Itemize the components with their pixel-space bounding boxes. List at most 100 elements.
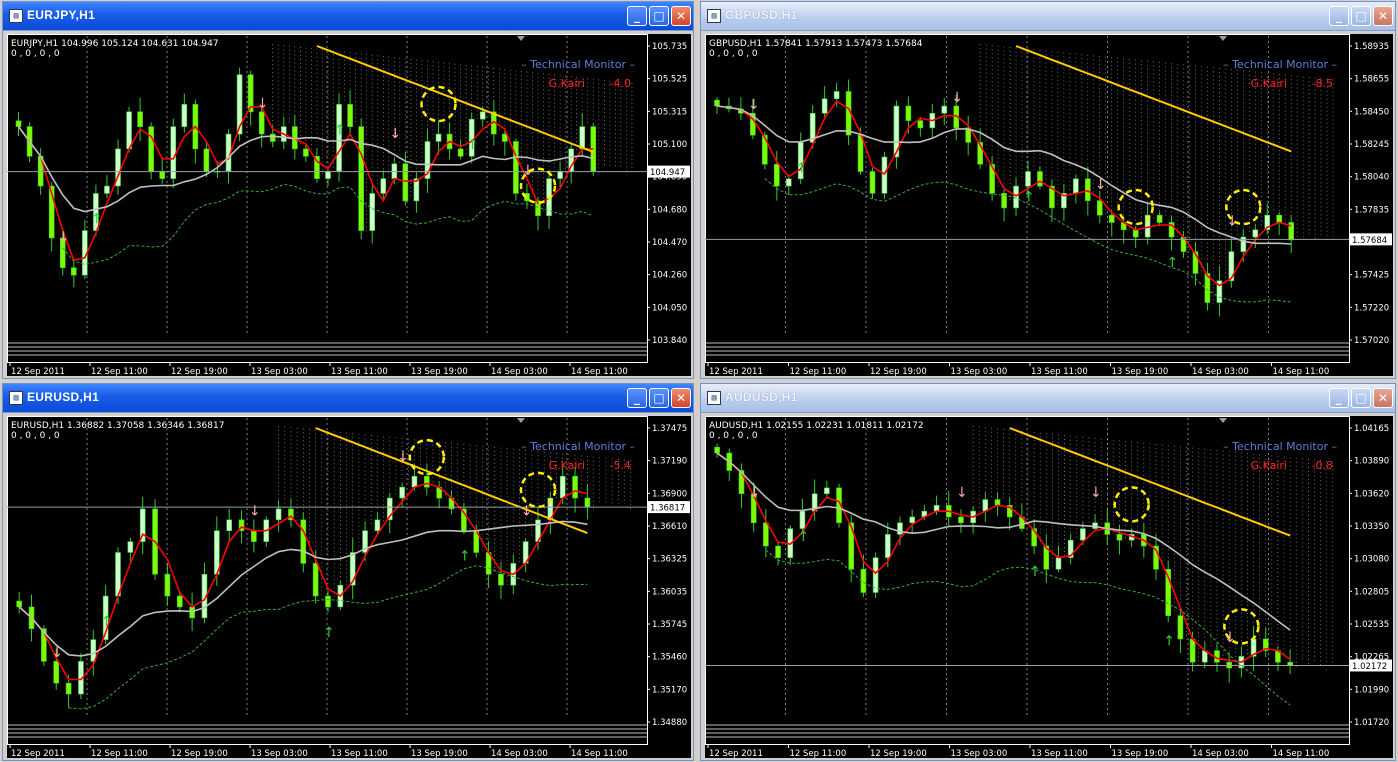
candle-body bbox=[498, 573, 504, 586]
close-icon: ✕ bbox=[675, 9, 687, 23]
chart-background bbox=[705, 416, 1393, 758]
candle-body bbox=[164, 573, 171, 597]
candle-body bbox=[170, 126, 177, 179]
close-button[interactable]: ✕ bbox=[671, 388, 691, 408]
candle-body bbox=[1189, 638, 1196, 663]
candle-body bbox=[325, 595, 331, 608]
price-tick-label: 1.03080 bbox=[1354, 555, 1389, 565]
candle-body bbox=[65, 682, 72, 695]
price-tick-label: 105.735 bbox=[652, 42, 687, 52]
time-tick-label: 13 Sep 03:00 bbox=[251, 749, 308, 758]
buy-arrow-icon: ↑ bbox=[797, 529, 809, 545]
candle-body bbox=[773, 163, 780, 187]
maximize-button[interactable]: □ bbox=[649, 6, 669, 26]
price-tick-label: 1.37190 bbox=[652, 457, 687, 467]
price-tick-label: 104.470 bbox=[652, 238, 687, 248]
candle-body bbox=[53, 661, 60, 684]
close-button[interactable]: ✕ bbox=[671, 6, 691, 26]
candle-body bbox=[176, 595, 183, 608]
candle-body bbox=[857, 134, 864, 172]
chart-window-eurjpy[interactable]: ▥ EURJPY,H1 _ □ ✕ ↓ ↓ ↓ ↓ ↑ ↑ ↑ EURJPY,H1 104.9… bbox=[2, 1, 694, 379]
price-tick-label: 104.260 bbox=[652, 271, 687, 281]
candle-body bbox=[402, 163, 409, 202]
price-tick-label: 105.100 bbox=[652, 140, 687, 150]
time-tick-label: 13 Sep 03:00 bbox=[951, 749, 1008, 758]
candle-body bbox=[513, 141, 519, 194]
time-tick-label: 12 Sep 11:00 bbox=[790, 367, 847, 376]
indicator-name: G.Kairi bbox=[1251, 77, 1287, 90]
sell-arrow-icon: ↓ bbox=[951, 90, 963, 106]
candle-body bbox=[380, 178, 387, 194]
time-tick-label: 13 Sep 11:00 bbox=[1031, 749, 1088, 758]
candle-body bbox=[799, 510, 806, 529]
indicator-label: – Technical Monitor – bbox=[521, 440, 635, 453]
close-button[interactable]: ✕ bbox=[1373, 6, 1393, 26]
minimize-button[interactable]: _ bbox=[1329, 388, 1349, 408]
price-tick-label: 1.57425 bbox=[1354, 271, 1389, 281]
time-tick-label: 12 Sep 19:00 bbox=[870, 367, 927, 376]
price-tick-label: 1.04165 bbox=[1354, 424, 1389, 434]
price-tick-label: 105.315 bbox=[652, 107, 687, 117]
time-tick-label: 13 Sep 19:00 bbox=[411, 749, 468, 758]
time-tick-label: 14 Sep 11:00 bbox=[1273, 367, 1330, 376]
chart-window-audusd[interactable]: ▥ AUDUSD,H1 _ □ ✕ ↓ ↓ ↓ ↓ ↑ ↑ ↑ AUDUSD,H1 1.021… bbox=[700, 383, 1396, 761]
candle-body bbox=[1096, 200, 1103, 216]
time-tick-label: 13 Sep 19:00 bbox=[1112, 749, 1169, 758]
chart-window-gbpusd[interactable]: ▥ GBPUSD,H1 _ □ ✕ ↓ ↓ ↓ ↓ ↑ ↑ ↑ GBPUSD,H1 1.578… bbox=[700, 1, 1396, 379]
candle-body bbox=[933, 505, 940, 512]
title-bar[interactable]: ▥ AUDUSD,H1 _ □ ✕ bbox=[701, 384, 1395, 413]
time-tick-label: 12 Sep 19:00 bbox=[870, 749, 927, 758]
chart-header: GBPUSD,H1 1.57841 1.57913 1.57473 1.5768… bbox=[709, 39, 923, 49]
price-tick-label: 1.36900 bbox=[652, 489, 687, 499]
candle-body bbox=[148, 126, 154, 172]
title-bar[interactable]: ▥ EURUSD,H1 _ □ ✕ bbox=[3, 384, 693, 413]
title-bar[interactable]: ▥ EURJPY,H1 _ □ ✕ bbox=[3, 2, 693, 31]
indicator-label: – Technical Monitor – bbox=[521, 58, 635, 71]
price-tick-label: 1.57020 bbox=[1354, 336, 1389, 346]
minimize-icon: _ bbox=[634, 9, 640, 23]
maximize-button[interactable]: □ bbox=[1351, 6, 1371, 26]
candle-body bbox=[226, 519, 232, 532]
buy-arrow-icon: ↑ bbox=[1167, 255, 1179, 271]
price-chart[interactable]: ↓↓↓↓↑↑↑EURJPY,H1 104.996 105.124 104.631… bbox=[7, 34, 691, 376]
sell-arrow-icon: ↓ bbox=[1090, 485, 1102, 501]
candle-body bbox=[557, 170, 563, 179]
candle-body bbox=[1132, 229, 1139, 238]
time-tick-label: 13 Sep 11:00 bbox=[331, 367, 388, 376]
candle-body bbox=[104, 185, 110, 194]
price-tick-label: 1.58935 bbox=[1354, 42, 1389, 52]
maximize-icon: □ bbox=[1355, 391, 1367, 405]
close-button[interactable]: ✕ bbox=[1373, 388, 1393, 408]
price-tick-label: 1.35460 bbox=[652, 653, 687, 663]
candle-body bbox=[1156, 214, 1163, 223]
minimize-button[interactable]: _ bbox=[1329, 6, 1349, 26]
minimize-button[interactable]: _ bbox=[627, 6, 647, 26]
price-chart[interactable]: ↓ ↓ ↓ ↓ ↑ ↑ ↑ AUDUSD,H1 1.02155 1.02231 1.01811… bbox=[705, 416, 1393, 758]
candle-body bbox=[479, 111, 486, 120]
candle-body bbox=[312, 563, 319, 597]
candle-body bbox=[457, 148, 464, 157]
time-tick-label: 14 Sep 03:00 bbox=[1192, 749, 1249, 758]
candle-body bbox=[905, 105, 912, 121]
candle-body bbox=[126, 111, 132, 150]
sell-arrow-icon: ↓ bbox=[51, 645, 63, 661]
price-chart[interactable]: ↓ ↓↓↓↑↑↑GBPUSD,H1 1.57841 1.57913 1.57473… bbox=[705, 34, 1393, 376]
time-tick-label: 12 Sep 2011 bbox=[11, 367, 65, 376]
candle-body bbox=[1108, 214, 1115, 223]
candle-body bbox=[203, 148, 210, 172]
price-tick-label: 1.35170 bbox=[652, 685, 687, 695]
chart-window-eurusd[interactable]: ▥ EURUSD,H1 _ □ ✕ ↓ ↓ ↓ ↓ ↑ ↑ ↑ EURUSD,H1 1.368… bbox=[2, 383, 694, 761]
time-tick-label: 12 Sep 11:00 bbox=[790, 749, 847, 758]
price-chart[interactable]: ↓↓↓↓↑↑↑EURUSD,H1 1.36882 1.37058 1.36346… bbox=[7, 416, 691, 758]
indicator-name: G.Kairi bbox=[549, 459, 585, 472]
candle-body bbox=[714, 446, 720, 454]
title-bar[interactable]: ▥ GBPUSD,H1 _ □ ✕ bbox=[701, 2, 1395, 31]
buy-arrow-icon: ↑ bbox=[91, 211, 103, 227]
maximize-button[interactable]: □ bbox=[649, 388, 669, 408]
maximize-icon: □ bbox=[653, 391, 665, 405]
candle-body bbox=[763, 522, 769, 547]
maximize-button[interactable]: □ bbox=[1351, 388, 1371, 408]
candle-body bbox=[325, 170, 331, 179]
minimize-button[interactable]: _ bbox=[627, 388, 647, 408]
price-tick-label: 1.57220 bbox=[1354, 303, 1389, 313]
